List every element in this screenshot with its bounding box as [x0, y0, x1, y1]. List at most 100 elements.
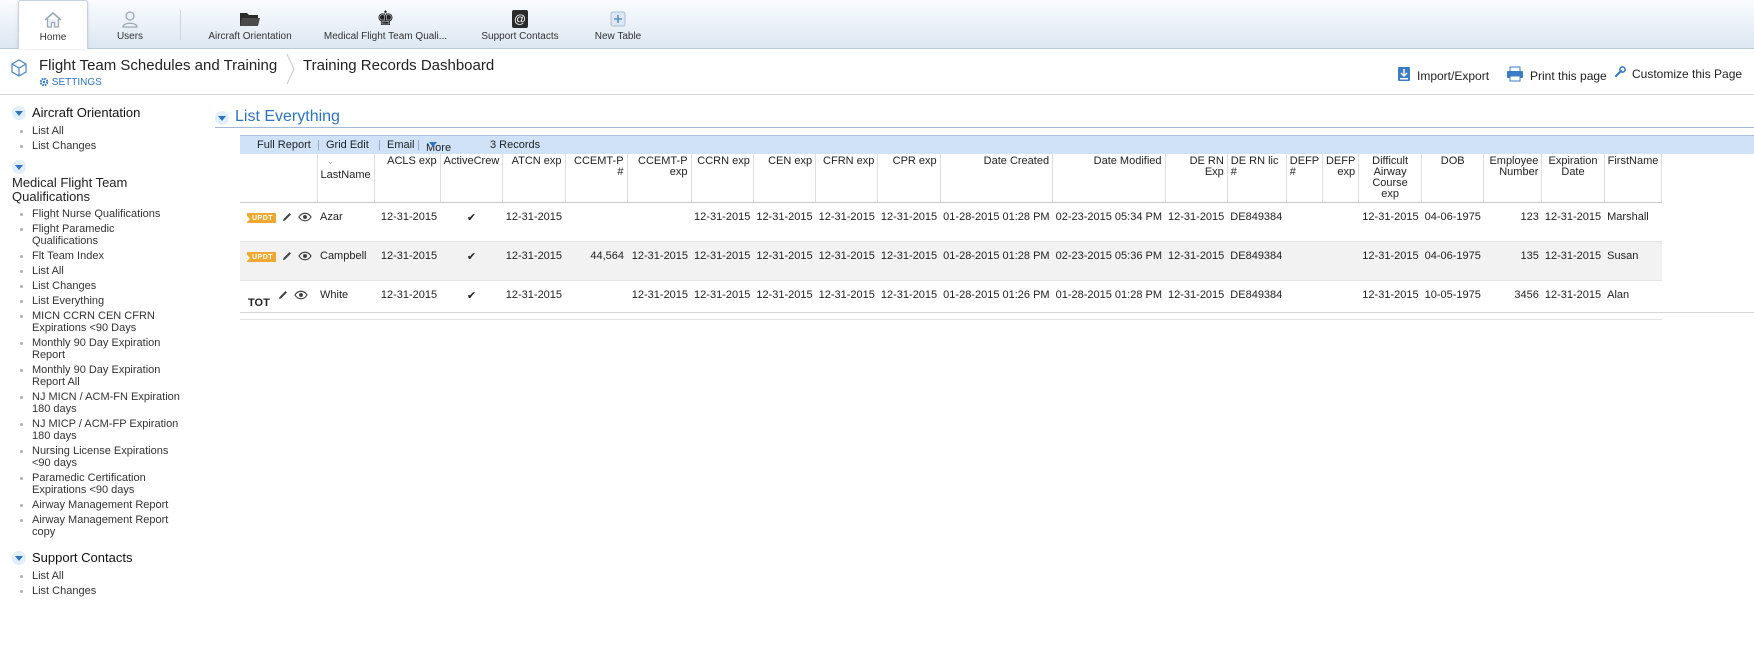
column-header[interactable]: Date Created	[940, 154, 1054, 203]
column-header[interactable]: DOB	[1421, 154, 1485, 203]
grid-edit-button[interactable]: Grid Edit	[326, 139, 369, 151]
collapse-arrow-icon[interactable]	[12, 160, 26, 174]
customize-label: Customize this Page	[1632, 66, 1743, 81]
sidebar-section-title: Aircraft Orientation	[32, 105, 141, 120]
sidebar-item-nj-micn-expiration[interactable]: NJ MICN / ACM-FN Expiration 180 days	[0, 391, 195, 415]
sidebar-item-nj-micp-expiration[interactable]: NJ MICP / ACM-FP Expiration 180 days	[0, 418, 195, 442]
sidebar-section-medical-flight-team[interactable]: Medical Flight Team Qualifications	[0, 160, 200, 204]
sidebar-item-list-changes[interactable]: List Changes	[0, 140, 200, 152]
column-header[interactable]: DE RN Exp	[1165, 154, 1228, 203]
table-cell	[565, 202, 628, 242]
tab-new-table[interactable]: New Table	[583, 0, 653, 49]
tab-medical-flight-team-label: Medical Flight Team Quali...	[323, 31, 448, 42]
print-button[interactable]: Print this page	[1506, 66, 1607, 85]
column-header[interactable]: DEFP exp	[1322, 154, 1360, 203]
at-sign-icon: @	[511, 8, 529, 30]
sidebar-section-support-contacts[interactable]: Support Contacts	[0, 550, 200, 565]
table-cell: 12-31-2015	[691, 241, 754, 281]
sidebar-item-flight-paramedic-qualifications[interactable]: Flight Paramedic Qualifications	[0, 223, 150, 247]
column-header[interactable]: ActiveCrew	[440, 154, 504, 203]
table-row[interactable]: UPDT Azar 12-31-2015 ✔ 12-31-2015 12-31-2015 1…	[240, 202, 1662, 242]
column-header[interactable]: Date Modified	[1052, 154, 1166, 203]
sidebar-item-list-everything[interactable]: List Everything	[0, 295, 200, 307]
tab-aircraft-orientation[interactable]: Aircraft Orientation	[200, 0, 300, 49]
sidebar-item-list-changes[interactable]: List Changes	[0, 585, 200, 597]
table-header-row: ⌄ LastName ACLS exp ActiveCrew ATCN exp …	[240, 154, 1663, 203]
column-header[interactable]: Difficult Airway Course exp	[1358, 154, 1423, 203]
column-header-label: LastName	[320, 169, 371, 181]
sidebar-item-flt-team-index[interactable]: Flt Team Index	[0, 250, 200, 262]
column-header[interactable]: CPR exp	[877, 154, 941, 203]
table-row[interactable]: UPDT Campbell 12-31-2015 ✔ 12-31-2015 44,564 1…	[240, 241, 1662, 281]
table-cell: 12-31-2015	[1165, 202, 1228, 242]
sidebar-item-list-all[interactable]: List All	[0, 265, 200, 277]
sidebar-item-list-all[interactable]: List All	[0, 125, 200, 137]
updt-badge: UPDT	[247, 251, 277, 262]
sidebar-item-airway-management-report-copy[interactable]: Airway Management Report copy	[0, 514, 170, 538]
sidebar-item-flight-nurse-qualifications[interactable]: Flight Nurse Qualifications	[0, 208, 200, 220]
collapse-arrow-icon[interactable]	[12, 106, 26, 120]
table-cell	[1286, 202, 1323, 242]
sidebar-item-micn-expirations[interactable]: MICN CCRN CEN CFRN Expirations <90 Days	[0, 310, 180, 334]
table-cell: 12-31-2015	[1541, 241, 1605, 281]
table-cell: 12-31-2015	[877, 241, 941, 281]
collapse-arrow-icon[interactable]	[215, 110, 229, 125]
table-cell: 12-31-2015	[753, 202, 816, 242]
sidebar-item-monthly-90-day-report-all[interactable]: Monthly 90 Day Expiration Report All	[0, 364, 170, 388]
table-cell: 12-31-2015	[1358, 202, 1422, 242]
column-header[interactable]: CEN exp	[753, 154, 817, 203]
column-header[interactable]: Expiration Date	[1541, 154, 1605, 203]
tab-users[interactable]: Users	[95, 0, 165, 49]
column-header[interactable]: CCEMT-P exp	[627, 154, 692, 203]
tab-medical-flight-team[interactable]: ♚ Medical Flight Team Quali...	[318, 0, 453, 49]
table-cell: 02-23-2015 05:36 PM	[1052, 241, 1166, 281]
sidebar-item-paramedic-cert-expirations[interactable]: Paramedic Certification Expirations <90 …	[0, 472, 185, 496]
column-header[interactable]: CCRN exp	[691, 154, 754, 203]
column-header[interactable]: CFRN exp	[815, 154, 879, 203]
list-toolbar: Full Report | Grid Edit | Email | More 3…	[240, 135, 1754, 154]
collapse-arrow-icon[interactable]	[12, 551, 26, 565]
eye-icon[interactable]	[298, 251, 312, 264]
table-cell	[627, 202, 692, 242]
folder-icon	[239, 8, 261, 30]
list-title[interactable]: List Everything	[215, 108, 340, 126]
pencil-icon[interactable]	[281, 211, 293, 226]
import-export-button[interactable]: Import/Export	[1397, 66, 1489, 85]
sidebar-item-airway-management-report[interactable]: Airway Management Report	[0, 499, 200, 511]
wrench-icon	[1614, 66, 1626, 81]
app-title[interactable]: Flight Team Schedules and Training	[39, 57, 277, 74]
column-header[interactable]: ATCN exp	[502, 154, 566, 203]
toolbar-separator: |	[378, 139, 381, 151]
gear-icon	[39, 77, 49, 90]
sidebar-item-nursing-license-expirations[interactable]: Nursing License Expirations <90 days	[0, 445, 180, 469]
column-header[interactable]: ACLS exp	[374, 154, 441, 203]
table-cell: Azar	[317, 202, 375, 242]
column-header[interactable]: CCEMT-P #	[565, 154, 628, 203]
table-cell: Campbell	[317, 241, 375, 281]
column-header-lastname[interactable]: ⌄ LastName	[317, 154, 375, 203]
sidebar-item-list-changes[interactable]: List Changes	[0, 280, 200, 292]
sidebar-item-list-all[interactable]: List All	[0, 570, 200, 582]
sidebar-item-monthly-90-day-report[interactable]: Monthly 90 Day Expiration Report	[0, 337, 180, 361]
column-header[interactable]: DE RN lic #	[1227, 154, 1287, 203]
row-actions: UPDT	[240, 202, 317, 242]
totals-row: TOT	[240, 293, 1754, 313]
column-header[interactable]: Employee Number	[1483, 154, 1543, 203]
pencil-icon[interactable]	[281, 250, 293, 265]
column-header[interactable]: FirstName	[1604, 154, 1663, 203]
top-nav-bar: Home Users Aircraft Orientation ♚ Medica…	[0, 0, 1754, 49]
settings-label: SETTINGS	[51, 77, 102, 88]
column-header[interactable]: DEFP #	[1286, 154, 1323, 203]
settings-link[interactable]: SETTINGS	[39, 77, 102, 90]
table-cell: 12-31-2015	[877, 202, 941, 242]
eye-icon[interactable]	[298, 212, 312, 225]
tab-support-contacts[interactable]: @ Support Contacts	[470, 0, 570, 49]
email-button[interactable]: Email	[387, 139, 415, 151]
table-cell: 12-31-2015	[627, 241, 692, 281]
tab-home[interactable]: Home	[18, 0, 88, 49]
sidebar-section-aircraft-orientation[interactable]: Aircraft Orientation	[0, 105, 200, 120]
full-report-button[interactable]: Full Report	[257, 139, 311, 151]
customize-page-button[interactable]: Customize this Page	[1614, 66, 1742, 81]
print-label: Print this page	[1530, 68, 1607, 83]
tab-divider	[180, 10, 181, 40]
